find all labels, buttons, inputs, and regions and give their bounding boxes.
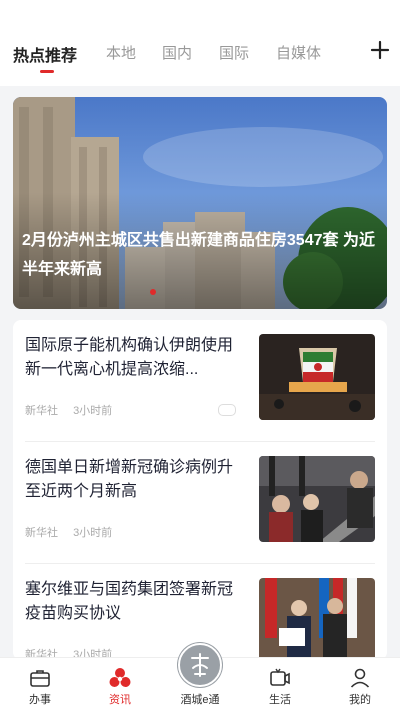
news-thumbnail <box>259 578 375 660</box>
nav-item-city-etong[interactable]: 酒城e通 <box>170 658 230 712</box>
nav-label: 酒城e通 <box>180 694 220 706</box>
tab-local[interactable]: 本地 <box>106 42 136 63</box>
news-source: 新华社 <box>25 527 58 539</box>
nav-label: 办事 <box>29 694 51 706</box>
hero-title: 2月份泸州主城区共售出新建商品住房3547套 为近半年来新高 <box>22 232 375 278</box>
news-item[interactable]: 国际原子能机构确认伊朗使用新一代离心机提高浓缩... 新华社 3小时前 <box>13 320 387 442</box>
news-time: 3小时前 <box>73 527 113 539</box>
user-icon <box>350 668 370 688</box>
video-icon <box>270 668 290 686</box>
bottom-nav: 办事 资讯 酒城e通 生活 我的 <box>0 642 400 712</box>
tab-domestic[interactable]: 国内 <box>162 42 192 63</box>
tab-international[interactable]: 国际 <box>219 42 249 63</box>
nav-item-life[interactable]: 生活 <box>250 658 310 712</box>
hero-banner[interactable]: 2月份泸州主城区共售出新建商品住房3547套 为近半年来新高 <box>13 97 387 309</box>
news-meta: 新华社 3小时前 <box>25 402 124 418</box>
news-icon <box>109 668 131 687</box>
nav-label: 资讯 <box>109 694 131 706</box>
tab-hot-recommend[interactable]: 热点推荐 <box>13 42 77 66</box>
news-meta: 新华社 3小时前 <box>25 524 124 540</box>
nav-item-services[interactable]: 办事 <box>10 658 70 712</box>
news-thumbnail <box>259 456 375 542</box>
news-source: 新华社 <box>25 405 58 417</box>
nav-label: 我的 <box>349 694 371 706</box>
news-title: 德国单日新增新冠确诊病例升至近两个月新高 <box>25 459 234 500</box>
nav-item-news[interactable]: 资讯 <box>90 658 150 712</box>
news-list: 国际原子能机构确认伊朗使用新一代离心机提高浓缩... 新华社 3小时前 德国单日… <box>13 320 387 660</box>
news-time: 3小时前 <box>73 405 113 417</box>
tabs-overflow-fade <box>338 40 360 64</box>
nav-item-mine[interactable]: 我的 <box>330 658 390 712</box>
channel-tabs: 热点推荐 本地 国内 国际 自媒体 <box>0 0 400 86</box>
plus-icon[interactable] <box>366 36 394 64</box>
active-tab-indicator <box>40 70 54 73</box>
nav-label: 生活 <box>269 694 291 706</box>
briefcase-icon <box>30 670 50 687</box>
video-chip-icon <box>218 404 236 416</box>
news-title: 塞尔维亚与国药集团签署新冠疫苗购买协议 <box>25 581 234 622</box>
news-thumbnail <box>259 334 375 420</box>
news-item[interactable]: 德国单日新增新冠确诊病例升至近两个月新高 新华社 3小时前 <box>13 442 387 564</box>
tab-self-media[interactable]: 自媒体 <box>276 42 321 63</box>
news-title: 国际原子能机构确认伊朗使用新一代离心机提高浓缩... <box>25 337 234 378</box>
carousel-dot-active[interactable] <box>150 289 156 295</box>
